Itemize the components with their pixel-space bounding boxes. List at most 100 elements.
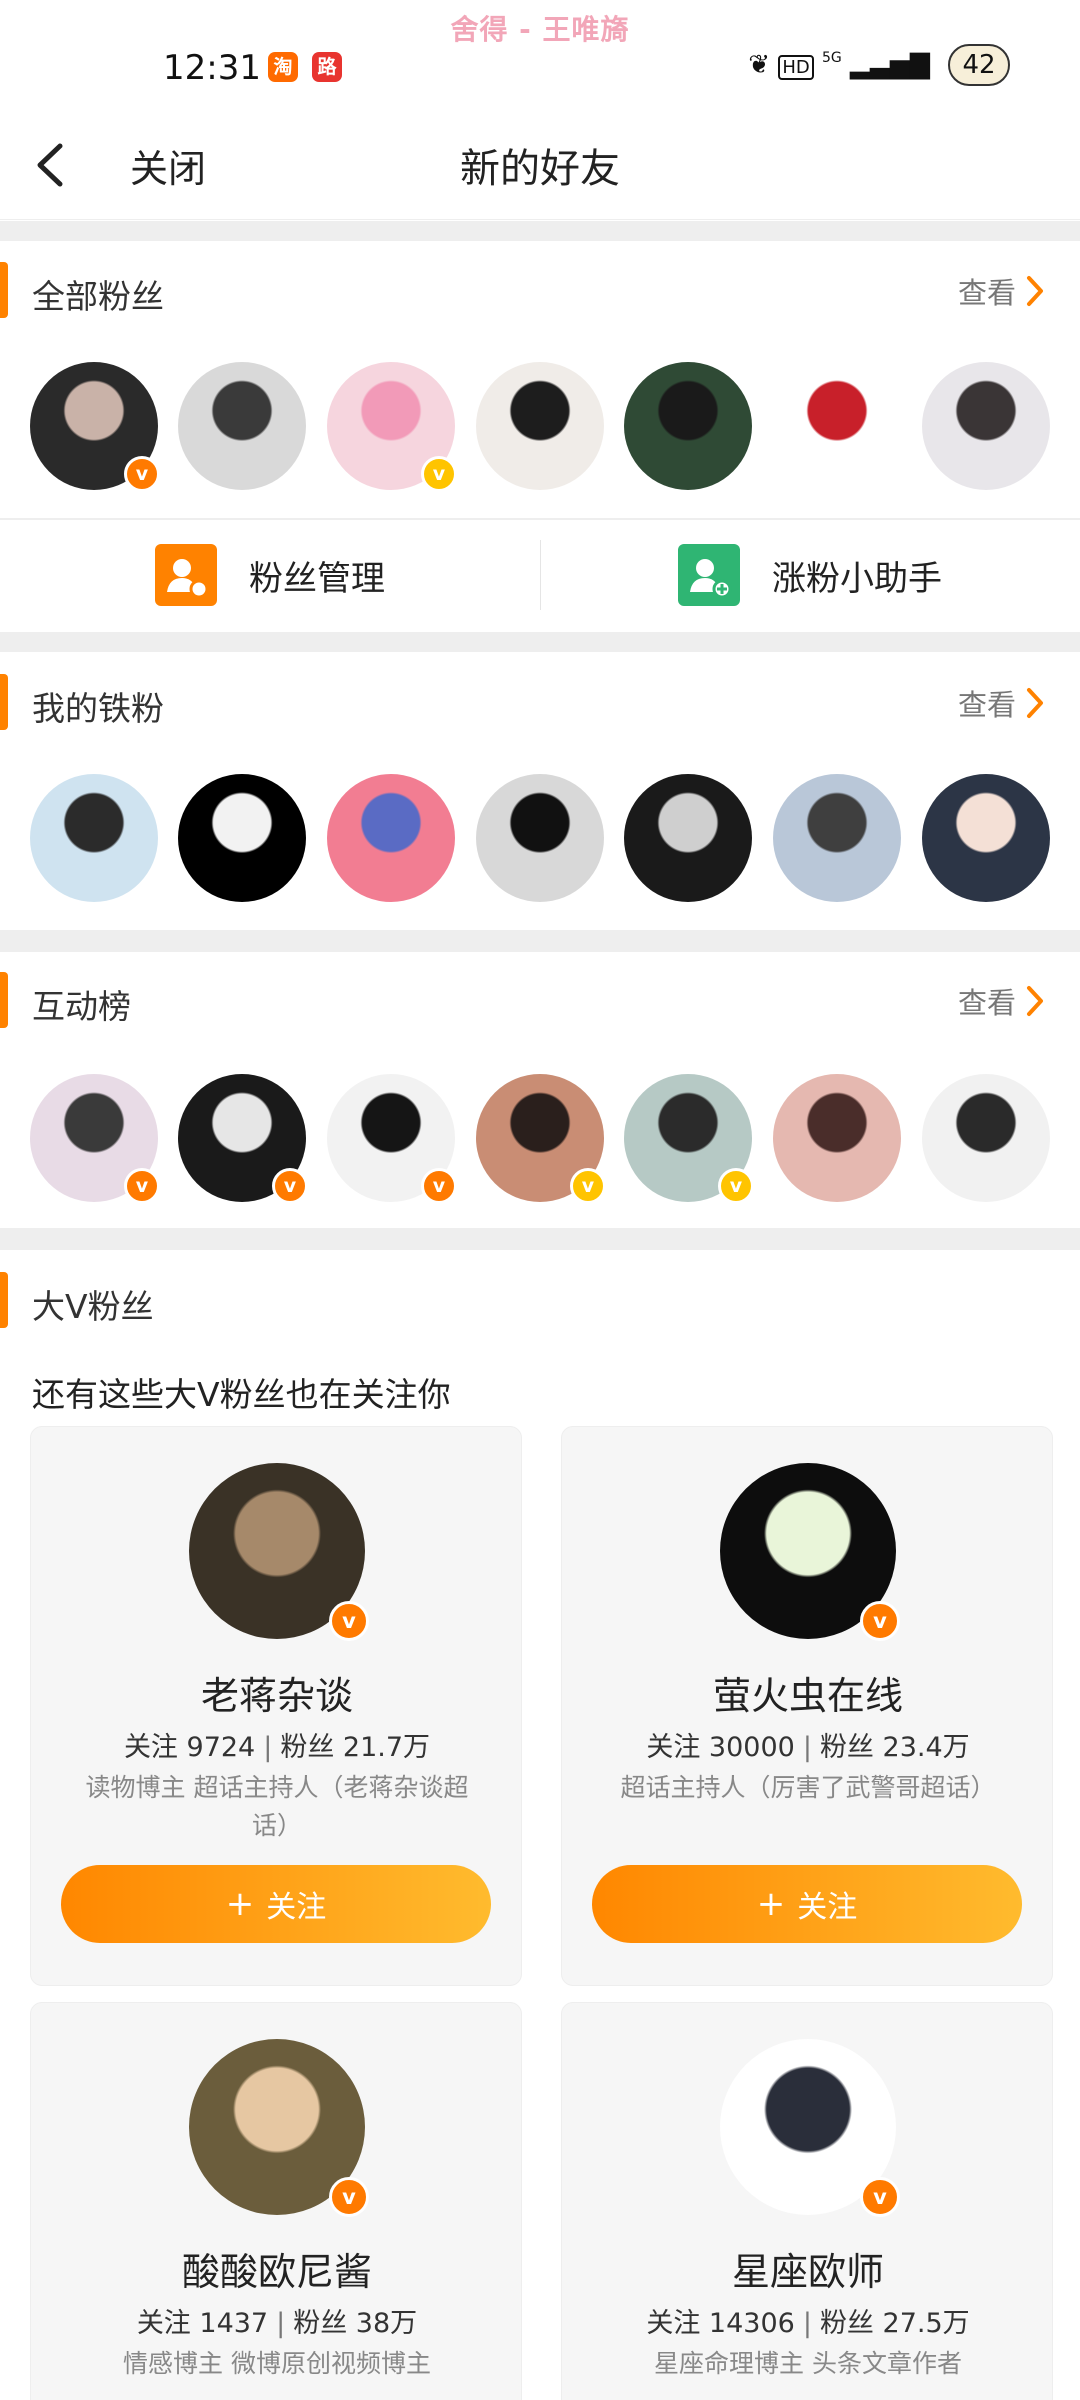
big-v-stats: 关注 9724 | 粉丝 21.7万 [31, 1725, 523, 1764]
section-accent-bar [0, 674, 8, 730]
follow-label: 关注 [266, 1890, 327, 1925]
fan-avatar[interactable] [30, 774, 158, 902]
verified-badge-icon: v [718, 1168, 754, 1204]
big-v-card[interactable]: v 老蒋杂谈关注 9724 | 粉丝 21.7万读物博主 超话主持人（老蒋杂谈超话） +… [30, 1426, 522, 1986]
view-label: 查看 [957, 986, 1016, 1020]
interaction-view-link[interactable]: 查看 [958, 980, 1044, 1022]
stats-separator: | [802, 1732, 812, 1763]
fans-count: 粉丝 38万 [293, 2308, 418, 2339]
big-v-card[interactable]: v 萤火虫在线关注 30000 | 粉丝 23.4万超话主持人（厉害了武警哥超话） + 关… [561, 1426, 1053, 1986]
big-v-subtitle: 还有这些大V粉丝也在关注你 [32, 1375, 451, 1414]
fans-manage-icon [155, 544, 217, 606]
signal-bars-icon: ▂▃▅▇ [850, 50, 930, 80]
hd-icon: HD [778, 55, 814, 80]
taobao-icon: 淘 [268, 52, 298, 82]
big-v-description: 星座命理博主 头条文章作者 [654, 2349, 962, 2378]
view-label: 查看 [957, 276, 1016, 310]
nav-bar: 关闭 新的好友 [0, 110, 1080, 220]
all-fans-view-link[interactable]: 查看 [958, 270, 1044, 312]
big-v-description: 情感博主 微博原创视频博主 [123, 2349, 431, 2378]
fans-count: 粉丝 23.4万 [819, 1732, 970, 1763]
fan-avatar[interactable] [773, 774, 901, 902]
big-v-description: 超话主持人（厉害了武警哥超话） [620, 1773, 996, 1802]
section-accent-bar [0, 262, 8, 318]
interaction-title: 互动榜 [32, 987, 131, 1026]
status-time: 12:31 [163, 48, 261, 88]
fans-helper-label: 涨粉小助手 [772, 558, 942, 599]
fans-count: 粉丝 21.7万 [280, 1732, 431, 1763]
verified-badge-icon: v [860, 2177, 900, 2217]
section-divider [0, 632, 1080, 652]
app-notification-icon: 路 [312, 52, 342, 82]
section-divider [0, 221, 1080, 241]
big-v-stats: 关注 1437 | 粉丝 38万 [31, 2301, 523, 2340]
verified-badge-icon: v [124, 1168, 160, 1204]
big-v-stats: 关注 30000 | 粉丝 23.4万 [562, 1725, 1054, 1764]
verified-badge-icon: v [421, 1168, 457, 1204]
verified-badge-icon: v [329, 2177, 369, 2217]
network-5g-label: 5G [821, 50, 842, 66]
fan-avatar[interactable] [624, 774, 752, 902]
section-accent-bar [0, 972, 8, 1028]
big-v-card[interactable]: v 星座欧师关注 14306 | 粉丝 27.5万星座命理博主 头条文章作者 [561, 2002, 1053, 2400]
fan-avatar[interactable] [922, 362, 1050, 490]
following-count: 关注 14306 [646, 2308, 795, 2339]
fan-avatar[interactable] [773, 362, 901, 490]
view-label: 查看 [957, 688, 1016, 722]
big-v-stats: 关注 14306 | 粉丝 27.5万 [562, 2301, 1054, 2340]
page-title: 新的好友 [460, 146, 620, 192]
fans-manage-label: 粉丝管理 [249, 558, 385, 599]
section-accent-bar [0, 1272, 8, 1328]
fan-avatar[interactable] [922, 774, 1050, 902]
verified-badge-icon: v [860, 1601, 900, 1641]
follow-button[interactable]: + 关注 [592, 1865, 1022, 1943]
stats-separator: | [802, 2308, 812, 2339]
fan-avatar[interactable] [178, 362, 306, 490]
verified-badge-icon: v [570, 1168, 606, 1204]
fans-count: 粉丝 27.5万 [819, 2308, 970, 2339]
section-divider [0, 930, 1080, 952]
verified-badge-icon: v [329, 1601, 369, 1641]
big-v-name: 星座欧师 [731, 2250, 884, 2294]
chevron-right-icon [1027, 688, 1043, 718]
verified-badge-icon: v [124, 456, 160, 492]
fan-avatar[interactable] [476, 774, 604, 902]
iron-fans-title: 我的铁粉 [32, 689, 164, 728]
battery-indicator: 42 [948, 44, 1010, 86]
iron-fans-view-link[interactable]: 查看 [958, 682, 1044, 724]
big-v-name: 萤火虫在线 [712, 1674, 903, 1718]
big-v-name: 酸酸欧尼酱 [181, 2250, 372, 2294]
verified-badge-icon: v [421, 456, 457, 492]
fan-avatar[interactable] [178, 774, 306, 902]
following-count: 关注 1437 [136, 2308, 269, 2339]
big-v-name: 老蒋杂谈 [200, 1674, 353, 1718]
following-count: 关注 9724 [123, 1732, 256, 1763]
big-v-card[interactable]: v 酸酸欧尼酱关注 1437 | 粉丝 38万情感博主 微博原创视频博主 [30, 2002, 522, 2400]
plus-icon: + [756, 1884, 786, 1924]
signal-icons: ❦ HD 5G ▂▃▅▇ [748, 50, 930, 80]
sprout-icon: ❦ [748, 50, 771, 80]
stats-separator: | [276, 2308, 286, 2339]
fan-avatar[interactable] [922, 1074, 1050, 1202]
fans-helper-icon [678, 544, 740, 606]
big-v-title: 大V粉丝 [32, 1287, 154, 1326]
chevron-right-icon [1027, 986, 1043, 1016]
all-fans-title: 全部粉丝 [32, 277, 164, 316]
verified-badge-icon: v [272, 1168, 308, 1204]
fans-manage-button[interactable]: 粉丝管理 [0, 520, 540, 630]
plus-icon: + [225, 1884, 255, 1924]
stats-separator: | [263, 1732, 273, 1763]
status-bar: 舍得 - 王唯旖 12:31 淘 路 ❦ HD 5G ▂▃▅▇ 42 [0, 0, 1080, 110]
fan-avatar[interactable] [624, 362, 752, 490]
following-count: 关注 30000 [646, 1732, 795, 1763]
music-banner: 舍得 - 王唯旖 [450, 13, 630, 46]
follow-button[interactable]: + 关注 [61, 1865, 491, 1943]
fan-avatar[interactable] [327, 774, 455, 902]
fan-avatar[interactable] [476, 362, 604, 490]
section-divider [0, 1228, 1080, 1250]
big-v-description: 读物博主 超话主持人（老蒋杂谈超话） [85, 1773, 469, 1840]
fans-helper-button[interactable]: 涨粉小助手 [540, 520, 1080, 630]
fan-avatar[interactable] [773, 1074, 901, 1202]
follow-label: 关注 [797, 1890, 858, 1925]
chevron-right-icon [1027, 276, 1043, 306]
